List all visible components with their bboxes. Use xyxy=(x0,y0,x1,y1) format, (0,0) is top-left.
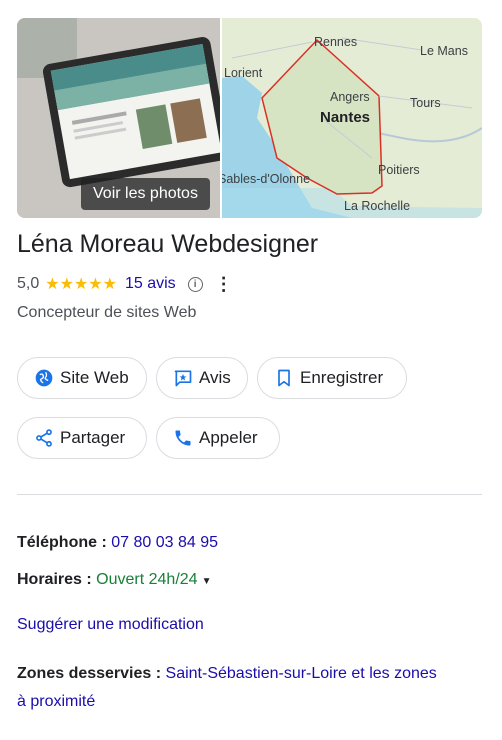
reviews-link[interactable]: 15 avis xyxy=(125,275,176,293)
hours-label: Horaires : xyxy=(17,571,92,588)
map-label-le-mans: Le Mans xyxy=(420,44,468,58)
map-label-tours: Tours xyxy=(410,96,441,110)
business-name: Léna Moreau Webdesigner xyxy=(17,230,319,258)
phone-icon xyxy=(175,430,191,446)
hours-row: Horaires : Ouvert 24h/24 ▼ xyxy=(17,566,211,596)
map-label-angers: Angers xyxy=(330,90,370,104)
phone-row: Téléphone : 07 80 03 84 95 xyxy=(17,529,218,557)
rating-row: 5,0 ★★★★★ 15 avis i ⋮ xyxy=(17,273,233,295)
info-icon[interactable]: i xyxy=(187,276,203,292)
call-button[interactable]: Appeler xyxy=(156,417,280,459)
map-label-nantes: Nantes xyxy=(320,109,371,126)
reviews-label: Avis xyxy=(199,368,231,387)
share-label: Partager xyxy=(60,428,126,447)
map-label-la-rochelle: La Rochelle xyxy=(344,199,411,213)
zones-value-line1[interactable]: Saint-Sébastien-sur-Loire et les zones xyxy=(166,665,437,682)
website-button[interactable]: Site Web xyxy=(17,357,147,399)
divider xyxy=(17,494,482,495)
hours-status[interactable]: Ouvert 24h/24 ▼ xyxy=(96,571,211,588)
call-label: Appeler xyxy=(199,428,258,447)
share-button[interactable]: Partager xyxy=(17,417,147,459)
zones-label: Zones desservies : xyxy=(17,665,162,682)
rating-stars: ★★★★★ xyxy=(45,276,117,293)
bookmark-icon xyxy=(278,369,290,387)
reviews-button[interactable]: Avis xyxy=(156,357,248,399)
map-label-poitiers: Poitiers xyxy=(378,163,420,177)
business-category: Concepteur de sites Web xyxy=(17,304,197,321)
view-photos-button[interactable]: Voir les photos xyxy=(81,178,210,210)
save-button[interactable]: Enregistrer xyxy=(257,357,407,399)
service-area-map[interactable]: Rennes Le Mans Lorient Angers Nantes Tou… xyxy=(222,18,482,218)
map-label-sables-dolonne: Sables-d'Olonne xyxy=(222,172,311,186)
save-label: Enregistrer xyxy=(300,368,384,387)
star-review-icon xyxy=(174,370,192,387)
zones-value-line2[interactable]: à proximité xyxy=(17,693,95,710)
website-label: Site Web xyxy=(60,368,129,387)
dropdown-icon[interactable]: ▼ xyxy=(202,576,212,587)
suggest-edit-label[interactable]: Suggérer une modification xyxy=(17,616,204,633)
suggest-edit-link[interactable]: Suggérer une modification xyxy=(17,611,204,639)
globe-icon xyxy=(35,369,53,387)
phone-label: Téléphone : xyxy=(17,534,107,551)
map-label-rennes: Rennes xyxy=(314,35,358,49)
zones-row: Zones desservies : Saint-Sébastien-sur-L… xyxy=(17,660,482,716)
phone-number-link[interactable]: 07 80 03 84 95 xyxy=(111,534,218,551)
rating-value: 5,0 xyxy=(17,275,40,292)
share-icon xyxy=(36,429,52,447)
map-label-lorient: Lorient xyxy=(224,66,263,80)
hours-value: Ouvert 24h/24 xyxy=(96,571,198,588)
business-photo[interactable]: Voir les photos xyxy=(17,18,220,218)
more-vert-icon[interactable]: ⋮ xyxy=(215,275,233,293)
